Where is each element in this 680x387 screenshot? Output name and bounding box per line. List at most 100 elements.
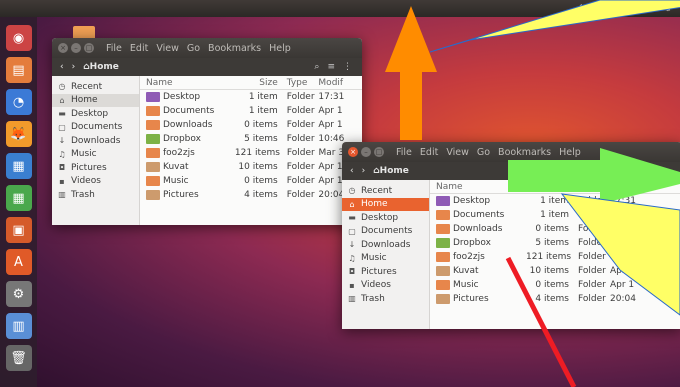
sidebar-item-documents[interactable]: ▢ Documents [342,225,429,239]
sidebar-item-pictures[interactable]: ◘ Pictures [52,161,139,175]
minimize-icon[interactable]: – [71,43,81,53]
view-list-icon[interactable]: ≡ [327,62,335,72]
gear-icon[interactable]: ⚙ [664,4,672,14]
clock[interactable]: 8:20 PM [618,4,654,14]
sidebar-item-documents[interactable]: ▢ Documents [52,121,139,135]
folder-icon [146,120,160,130]
sidebar-item-downloads[interactable]: ↓ Downloads [342,238,429,252]
column-type[interactable]: Type [574,182,610,192]
table-row[interactable]: Pictures 4 items Folder 20:04 [140,188,362,202]
sidebar-item-desktop[interactable]: ▬ Desktop [52,107,139,121]
network-icon[interactable]: ⇅ [579,4,587,14]
table-row[interactable]: Kuvat 10 items Folder Apr 1 [140,160,362,174]
search-icon[interactable]: ⌕ [314,62,319,72]
sidebar-item-videos[interactable]: ▪ Videos [342,279,429,293]
back-icon[interactable]: ‹ [60,62,64,72]
table-row[interactable]: Downloads 0 items Folder Apr 1 [140,118,362,132]
sidebar-item-downloads[interactable]: ↓ Downloads [52,134,139,148]
software-icon[interactable]: A [5,249,32,275]
cell-modified: 17:31 [610,196,636,206]
column-size[interactable]: Size [526,182,574,192]
trash-icon[interactable]: 🗑 [5,345,32,371]
table-row[interactable]: Documents 1 item Folder Apr 1 [140,104,362,118]
sidebar-item-videos[interactable]: ▪ Videos [52,175,139,189]
column-modified[interactable]: Modif [318,78,362,88]
column-size[interactable]: Size [235,78,283,88]
file-name: Documents [163,106,215,116]
location-button[interactable]: ⌂Home [373,166,409,176]
cell-size: 1 item [540,196,569,206]
menu-file[interactable]: File [106,43,122,54]
settings-icon[interactable]: ⚙ [5,281,32,307]
menu-edit[interactable]: Edit [420,147,438,158]
close-icon[interactable]: × [58,43,68,53]
menu-bookmarks[interactable]: Bookmarks [208,43,261,54]
writer-icon[interactable]: ▦ [5,153,32,179]
table-row[interactable]: Dropbox 5 items Folder 10:4 [430,236,680,250]
cell-size: 0 items [535,280,569,290]
table-row[interactable]: Music 0 items Folder Apr 1 [140,174,362,188]
table-row[interactable]: Downloads 0 items Folder Apr 1 [430,222,680,236]
impress-icon[interactable]: ▣ [5,217,32,243]
menu-help[interactable]: Help [269,43,291,54]
cell-name: Downloads [140,120,235,130]
table-row[interactable]: foo2zjs 121 items Folder Mar 3 [430,250,680,264]
menu-help[interactable]: Help [559,147,581,158]
column-name[interactable]: Name [140,78,235,88]
table-row[interactable]: Desktop 1 item Folder 17:31 [430,194,680,208]
sidebar-item-desktop[interactable]: ▬ Desktop [342,211,429,225]
firefox-icon[interactable]: 🦊 [5,121,32,147]
sidebar-item-home[interactable]: ⌂ Home [342,197,429,211]
sidebar-item-recent[interactable]: ◷ Recent [52,80,139,94]
menu-go[interactable]: Go [477,147,490,158]
menu-view[interactable]: View [156,43,179,54]
file-manager-window-back[interactable]: × – □ File Edit View Go Bookmarks Help ‹ › ⌂H… [52,38,362,225]
sidebar-item-recent[interactable]: ◷ Recent [342,184,429,198]
sidebar-item-trash[interactable]: ▥ Trash [342,292,429,306]
titlebar[interactable]: × – □ File Edit View Go Bookmarks Help [342,142,680,162]
table-row[interactable]: Documents 1 item Folder Apr 1 [430,208,680,222]
maximize-icon[interactable]: □ [84,43,94,53]
browser-icon[interactable]: ◔ [5,89,32,115]
cell-modified: Apr 1 [610,210,635,220]
folder-icon [436,252,450,262]
column-name[interactable]: Name [430,182,526,192]
sidebar-item-label: Trash [361,293,385,304]
minimize-icon[interactable]: – [361,147,371,157]
forward-icon[interactable]: › [72,62,76,72]
column-type[interactable]: Type [283,78,319,88]
menu-bookmarks[interactable]: Bookmarks [498,147,551,158]
table-row[interactable]: Kuvat 10 items Folder Apr 1 [430,264,680,278]
volume-icon[interactable]: 🔊 [596,4,607,14]
menu-go[interactable]: Go [187,43,200,54]
sidebar-item-music[interactable]: ♫ Music [52,148,139,162]
close-icon[interactable]: × [348,147,358,157]
sidebar-item-music[interactable]: ♫ Music [342,252,429,266]
menu-icon[interactable]: ⋮ [343,62,352,72]
cell-modified: Apr 1 [610,280,635,290]
menu-edit[interactable]: Edit [130,43,148,54]
document-icon: ▢ [58,122,66,132]
file-manager-window-front[interactable]: × – □ File Edit View Go Bookmarks Help ‹ › ⌂H… [342,142,680,329]
table-row[interactable]: foo2zjs 121 items Folder Mar 3 [140,146,362,160]
menu-file[interactable]: File [396,147,412,158]
calc-icon[interactable]: ▦ [5,185,32,211]
sidebar-item-pictures[interactable]: ◘ Pictures [342,265,429,279]
titlebar[interactable]: × – □ File Edit View Go Bookmarks Help [52,38,362,58]
files-icon[interactable]: ▤ [5,57,32,83]
cell-type: Folder [286,106,315,116]
table-row[interactable]: Dropbox 5 items Folder 10:46 [140,132,362,146]
back-icon[interactable]: ‹ [350,166,354,176]
sidebar-item-home[interactable]: ⌂ Home [52,93,139,107]
ubuntu-icon[interactable]: ◉ [5,25,32,51]
table-row[interactable]: Desktop 1 item Folder 17:31 [140,90,362,104]
menu-view[interactable]: View [446,147,469,158]
maximize-icon[interactable]: □ [374,147,384,157]
disks-icon[interactable]: ▥ [5,313,32,339]
table-row[interactable]: Pictures 4 items Folder 20:04 [430,292,680,306]
sidebar-item-trash[interactable]: ▥ Trash [52,188,139,202]
table-row[interactable]: Music 0 items Folder Apr 1 [430,278,680,292]
cell-size: 0 items [244,176,278,186]
forward-icon[interactable]: › [362,166,366,176]
location-button[interactable]: ⌂Home [83,62,119,72]
